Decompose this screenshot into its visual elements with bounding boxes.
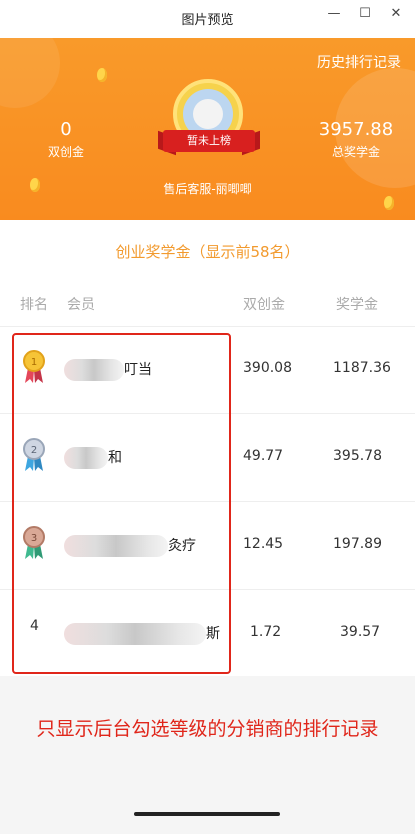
double-gold-value: 0 bbox=[60, 119, 72, 140]
coin-icon bbox=[384, 196, 394, 210]
double-gold-stat: 0 双创金 bbox=[40, 119, 92, 160]
window-titlebar: 图片预览 — ☐ ✕ bbox=[0, 0, 415, 34]
scholarship-cell: 197.89 bbox=[333, 536, 382, 552]
annotation-text: 只显示后台勾选等级的分销商的排行记录 bbox=[36, 718, 379, 740]
section-title: 创业奖学金（显示前58名） bbox=[115, 243, 300, 261]
home-indicator bbox=[134, 812, 280, 816]
rank-status-badge: 暂未上榜 bbox=[163, 130, 255, 152]
highlight-annotation-box bbox=[12, 333, 231, 674]
minimize-button[interactable]: — bbox=[322, 4, 346, 24]
ranking-hero: 历史排行记录 0 双创金 暂未上榜 3957.88 总奖学金 售后客服-丽唧唧 bbox=[0, 38, 415, 220]
scholarship-cell: 1187.36 bbox=[333, 360, 391, 376]
history-ranking-link[interactable]: 历史排行记录 bbox=[317, 52, 401, 72]
total-scholarship-stat: 3957.88 总奖学金 bbox=[316, 119, 396, 160]
total-scholarship-value: 3957.88 bbox=[318, 119, 394, 140]
double-gold-cell: 1.72 bbox=[250, 624, 282, 640]
decor-circle bbox=[0, 38, 60, 108]
double-gold-cell: 49.77 bbox=[243, 448, 284, 464]
close-button[interactable]: ✕ bbox=[384, 4, 408, 24]
scholarship-cell: 39.57 bbox=[340, 624, 381, 640]
header-double-gold: 双创金 bbox=[243, 297, 285, 313]
total-scholarship-label: 总奖学金 bbox=[331, 145, 380, 159]
footer-area bbox=[0, 676, 415, 834]
header-scholarship: 奖学金 bbox=[336, 297, 378, 313]
coin-icon bbox=[97, 68, 107, 82]
maximize-button[interactable]: ☐ bbox=[353, 4, 377, 24]
scholarship-cell: 395.78 bbox=[333, 448, 382, 464]
double-gold-cell: 12.45 bbox=[243, 536, 284, 552]
customer-service-label: 售后客服-丽唧唧 bbox=[163, 182, 252, 196]
table-header: 排名 会员 双创金 奖学金 bbox=[0, 288, 415, 320]
header-member: 会员 bbox=[67, 297, 95, 313]
header-rank: 排名 bbox=[20, 297, 48, 313]
double-gold-label: 双创金 bbox=[47, 145, 84, 159]
double-gold-cell: 390.08 bbox=[243, 360, 292, 376]
